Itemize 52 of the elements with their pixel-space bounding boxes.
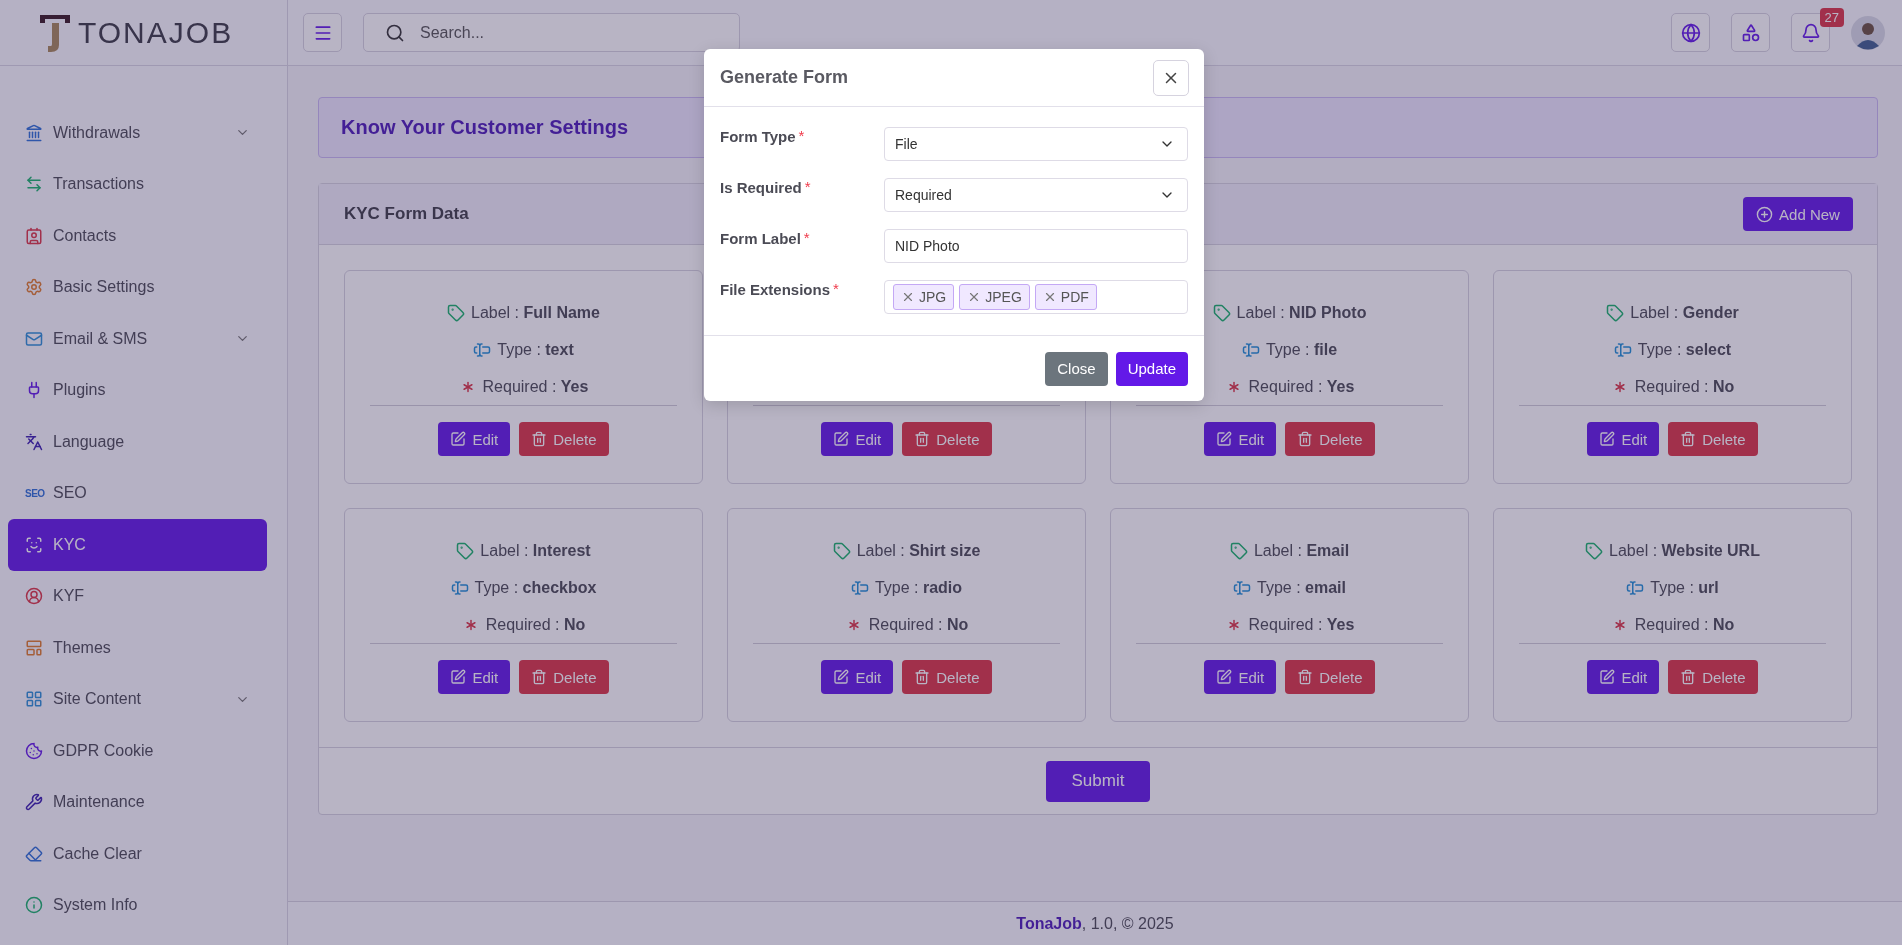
modal-title: Generate Form xyxy=(720,67,849,88)
sidebar-label: Maintenance xyxy=(53,793,146,812)
field-info: Type : radio xyxy=(874,579,963,597)
sidebar-label: Language xyxy=(53,432,126,451)
notification-count: 27 xyxy=(1819,8,1844,27)
field-info: Type : select xyxy=(1637,341,1732,359)
field-info: Type : text xyxy=(497,341,574,359)
field-info: Label : NID Photo xyxy=(1236,304,1367,323)
sidebar-label: Site Content xyxy=(53,690,143,709)
sidebar-label: Contacts xyxy=(53,226,118,245)
sidebar-label: Transactions xyxy=(53,175,145,194)
sidebar-label: Basic Settings xyxy=(53,278,156,297)
required-mark: * xyxy=(804,178,811,195)
sidebar-label: GDPR Cookie xyxy=(53,741,155,760)
field-info: Type : url xyxy=(1650,579,1719,597)
field-label: File Extensions xyxy=(720,280,831,298)
page-title: Know Your Customer Settings xyxy=(341,116,629,139)
logo-text: TONAJOB xyxy=(78,15,234,50)
field-info: Label : Interest xyxy=(480,542,591,561)
field-info: Label : Gender xyxy=(1630,304,1739,323)
field-info: Label : Shirt size xyxy=(856,542,981,561)
field-info: Required : Yes xyxy=(482,377,589,396)
sidebar-label: Cache Clear xyxy=(53,844,143,863)
field-info: Required : No xyxy=(1634,615,1735,634)
field-info: Required : No xyxy=(868,615,969,634)
field-info: Label : Full Name xyxy=(471,304,600,323)
field-label: Form Label xyxy=(720,229,801,247)
field-info: Label : Website URL xyxy=(1609,542,1760,561)
sidebar-label: Themes xyxy=(53,638,112,657)
required-mark: * xyxy=(833,280,839,297)
footer-text: TonaJob, 1.0, © 2025 xyxy=(1016,914,1174,933)
sidebar-label: Withdrawals xyxy=(53,123,142,142)
field-label: Form Type xyxy=(720,127,796,145)
required-mark: * xyxy=(803,229,810,246)
field-info: Required : No xyxy=(1634,377,1735,396)
field-info: Type : checkbox xyxy=(474,579,597,597)
sidebar-label: Plugins xyxy=(53,381,107,400)
sidebar-label: KYF xyxy=(53,587,86,606)
sidebar-label: KYC xyxy=(53,535,87,554)
required-mark: * xyxy=(798,127,805,144)
panel-title: KYC Form Data xyxy=(344,204,469,224)
seo-icon: SEO xyxy=(25,487,43,499)
field-info: Required : Yes xyxy=(1248,615,1355,634)
sidebar-label: Email & SMS xyxy=(53,329,149,348)
field-info: Required : No xyxy=(485,615,586,634)
sidebar-label: SEO xyxy=(53,484,88,503)
field-info: Type : file xyxy=(1265,341,1338,359)
field-info: Type : email xyxy=(1257,579,1346,597)
sidebar-label: System Info xyxy=(53,896,139,915)
field-info: Label : Email xyxy=(1253,542,1350,561)
field-label: Is Required xyxy=(720,178,802,196)
field-info: Required : Yes xyxy=(1248,377,1355,396)
